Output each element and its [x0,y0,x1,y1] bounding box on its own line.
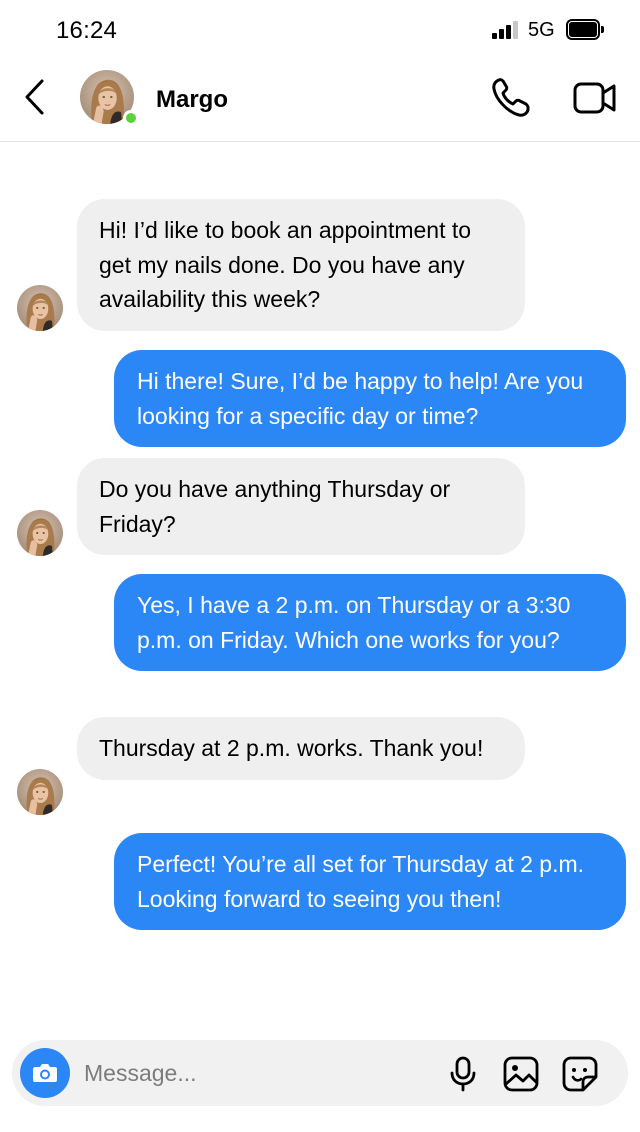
phone-icon [492,78,530,117]
message-thread[interactable]: Hi! I’d like to book an appointment to g… [0,142,640,1032]
cellular-signal-icon [492,21,520,39]
video-camera-icon [573,82,616,114]
status-time: 16:24 [56,17,118,44]
chat-header: Margo [0,60,640,142]
incoming-message[interactable]: Do you have anything Thursday or Friday? [77,458,525,555]
camera-icon [33,1064,57,1082]
camera-button[interactable] [20,1048,70,1098]
gallery-button[interactable] [503,1056,539,1092]
voice-message-button[interactable] [448,1056,478,1092]
battery-icon [566,19,604,40]
microphone-icon [450,1056,476,1092]
contact-avatar[interactable] [80,70,139,126]
back-button[interactable] [14,74,54,120]
message-input[interactable] [84,1054,424,1092]
video-call-button[interactable] [572,78,618,118]
incoming-message[interactable]: Hi! I’d like to book an appointment to g… [77,199,525,331]
sticker-icon [562,1056,598,1092]
sticker-button[interactable] [561,1055,599,1093]
sender-avatar [17,769,63,815]
online-indicator [123,110,139,126]
sender-avatar [17,285,63,331]
status-bar: 16:24 5G [0,0,640,60]
chevron-left-icon [25,79,44,115]
contact-name[interactable]: Margo [156,86,228,114]
incoming-message[interactable]: Thursday at 2 p.m. works. Thank you! [77,717,525,780]
call-button[interactable] [490,76,532,120]
message-composer [12,1040,628,1106]
sender-avatar [17,510,63,556]
network-label: 5G [528,19,555,41]
outgoing-message[interactable]: Yes, I have a 2 p.m. on Thursday or a 3:… [114,574,626,671]
image-icon [503,1056,539,1092]
outgoing-message[interactable]: Hi there! Sure, I’d be happy to help! Ar… [114,350,626,447]
outgoing-message[interactable]: Perfect! You’re all set for Thursday at … [114,833,626,930]
